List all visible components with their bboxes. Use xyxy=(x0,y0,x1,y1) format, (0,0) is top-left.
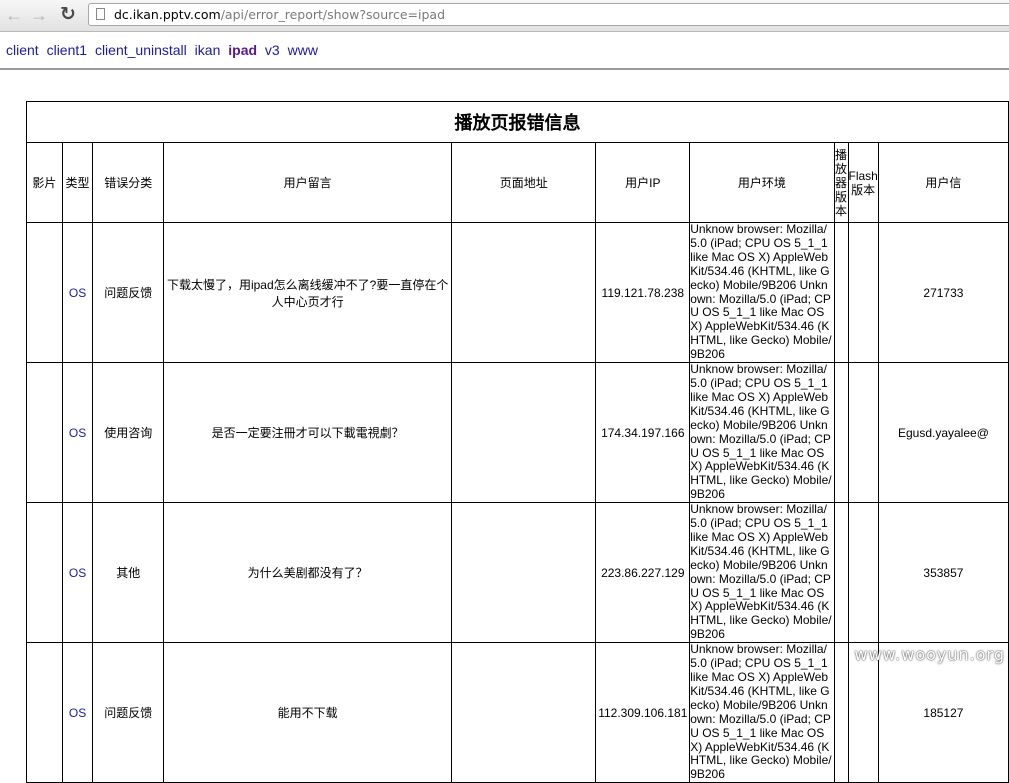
cell-env: Unknow browser: Mozilla/5.0 (iPad; CPU O… xyxy=(689,221,835,364)
col-film: 影片 xyxy=(26,142,63,223)
cell-flash-version xyxy=(847,221,879,364)
cell-message: 为什么美剧都没有了？ xyxy=(163,502,453,644)
link-client-uninstall[interactable]: client_uninstall xyxy=(95,42,187,58)
cell-env: Unknow browser: Mozilla/5.0 (iPad; CPU O… xyxy=(689,362,835,504)
cell-page-url xyxy=(451,221,597,364)
browser-toolbar: ← → ↻ dc.ikan.pptv.com/api/error_report/… xyxy=(0,0,1009,32)
back-arrow-icon[interactable]: ← xyxy=(4,5,24,25)
link-ipad[interactable]: ipad xyxy=(228,42,257,58)
cell-env: Unknow browser: Mozilla/5.0 (iPad; CPU O… xyxy=(689,502,835,644)
col-category: 错误分类 xyxy=(92,142,165,223)
url-path: /api/error_report/show?source=ipad xyxy=(220,7,446,22)
col-player-version: 播放器版本 xyxy=(833,142,849,223)
page-icon xyxy=(96,8,105,20)
cell-player-version xyxy=(833,642,849,783)
url-text: dc.ikan.pptv.com/api/error_report/show?s… xyxy=(114,4,445,25)
col-user-env: 用户环境 xyxy=(689,142,835,223)
cell-player-version xyxy=(833,362,849,504)
cell-player-version xyxy=(833,221,849,364)
cell-film xyxy=(26,502,63,644)
cell-user: Egusd.yayalee@ xyxy=(877,362,1009,504)
table-title: 播放页报错信息 xyxy=(26,101,1009,143)
cell-film xyxy=(26,362,63,504)
col-type: 类型 xyxy=(61,142,94,223)
address-bar[interactable]: dc.ikan.pptv.com/api/error_report/show?s… xyxy=(88,3,1009,26)
cell-ip: 174.34.197.166 xyxy=(595,362,691,504)
col-message: 用户留言 xyxy=(163,142,453,223)
cell-player-version xyxy=(833,502,849,644)
cell-user: 353857 xyxy=(877,502,1009,644)
cell-category: 其他 xyxy=(92,502,165,644)
col-user-ip: 用户IP xyxy=(595,142,691,223)
cell-film xyxy=(26,642,63,783)
cell-ip: 119.121.78.238 xyxy=(595,221,691,364)
cell-category: 使用咨询 xyxy=(92,362,165,504)
col-user-info: 用户信 xyxy=(877,142,1009,223)
cell-flash-version xyxy=(847,502,879,644)
link-client[interactable]: client xyxy=(6,42,39,58)
error-report-table: 播放页报错信息 影片 类型 错误分类 用户留言 页面地址 用户IP 用户环境 播… xyxy=(26,101,1009,783)
divider xyxy=(0,68,1009,70)
forward-arrow-icon[interactable]: → xyxy=(29,5,49,25)
cell-message: 能用不下载 xyxy=(163,642,453,783)
cell-env: Unknow browser: Mozilla/5.0 (iPad; CPU O… xyxy=(689,642,835,783)
url-host: dc.ikan.pptv.com xyxy=(114,7,221,22)
link-v3[interactable]: v3 xyxy=(265,42,280,58)
cell-category: 问题反馈 xyxy=(92,642,165,783)
cell-type[interactable]: OS xyxy=(61,221,94,364)
link-ikan[interactable]: ikan xyxy=(195,42,221,58)
watermark: www.wooyun.org xyxy=(854,645,1005,664)
source-links: client client1 client_uninstall ikan ipa… xyxy=(6,42,322,58)
cell-ip: 223.86.227.129 xyxy=(595,502,691,644)
link-www[interactable]: www xyxy=(288,42,318,58)
cell-page-url xyxy=(451,502,597,644)
cell-message: 是否一定要注冊才可以下載電視劇？ xyxy=(163,362,453,504)
cell-flash-version xyxy=(847,362,879,504)
cell-type[interactable]: OS xyxy=(61,362,94,504)
cell-message: 下载太慢了，用ipad怎么离线缓冲不了?要一直停在个人中心页才行 xyxy=(163,221,453,364)
cell-page-url xyxy=(451,642,597,783)
cell-type[interactable]: OS xyxy=(61,642,94,783)
cell-page-url xyxy=(451,362,597,504)
reload-icon[interactable]: ↻ xyxy=(58,5,78,25)
link-client1[interactable]: client1 xyxy=(47,42,87,58)
cell-ip: 112.309.106.181 xyxy=(595,642,691,783)
cell-user: 271733 xyxy=(877,221,1009,364)
table-row: OS 使用咨询 是否一定要注冊才可以下載電視劇？ 174.34.197.166 … xyxy=(26,362,1009,504)
cell-type[interactable]: OS xyxy=(61,502,94,644)
cell-film xyxy=(26,221,63,364)
cell-category: 问题反馈 xyxy=(92,221,165,364)
col-page-url: 页面地址 xyxy=(451,142,597,223)
col-flash-version: Flash版本 xyxy=(847,142,879,223)
header-row: 影片 类型 错误分类 用户留言 页面地址 用户IP 用户环境 播放器版本 Fla… xyxy=(26,142,1009,223)
table-row: OS 其他 为什么美剧都没有了？ 223.86.227.129 Unknow b… xyxy=(26,502,1009,644)
table-row: OS 问题反馈 下载太慢了，用ipad怎么离线缓冲不了?要一直停在个人中心页才行… xyxy=(26,221,1009,364)
